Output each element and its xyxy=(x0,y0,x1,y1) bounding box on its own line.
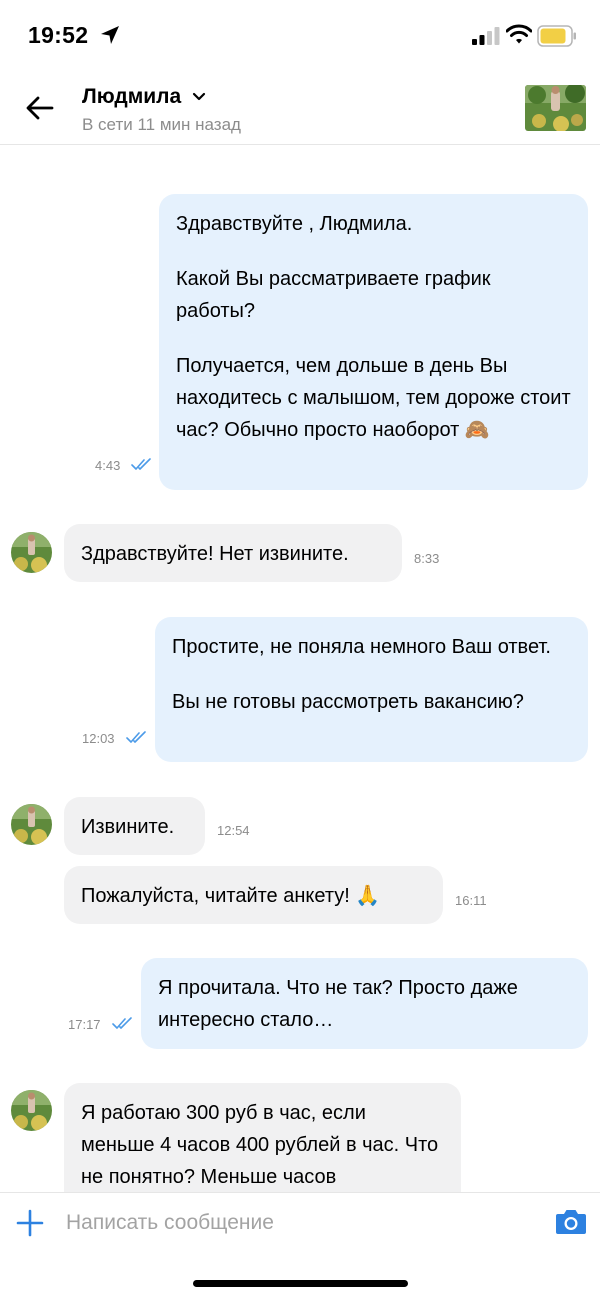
incoming-message[interactable]: Пожалуйста, читайте анкету! 🙏 xyxy=(64,866,443,924)
status-bar: 19:52 xyxy=(0,0,600,70)
message-time: 12:03 xyxy=(82,731,115,746)
wifi-icon xyxy=(506,24,532,44)
read-check-icon xyxy=(126,731,146,743)
message-time: 8:33 xyxy=(414,551,440,566)
home-indicator[interactable] xyxy=(193,1280,408,1287)
message-text: Получается, чем дольше в день Вы находит… xyxy=(176,355,571,441)
chat-header: Людмила В сети 11 мин назад xyxy=(0,70,600,145)
message-text: Какой Вы рассматриваете график работы? xyxy=(176,268,491,322)
contact-photo[interactable] xyxy=(525,85,586,131)
battery-icon xyxy=(537,25,576,47)
outgoing-message[interactable]: Я прочитала. Что не так? Просто даже инт… xyxy=(141,958,588,1049)
message-text: Я работаю 300 руб в час, если меньше 4 ч… xyxy=(81,1102,439,1188)
contact-avatar[interactable] xyxy=(11,1090,52,1131)
message-input[interactable] xyxy=(66,1207,526,1239)
contact-name[interactable]: Людмила xyxy=(82,85,181,109)
message-text: Пожалуйста, читайте анкету! 🙏 xyxy=(81,885,381,907)
contact-avatar[interactable] xyxy=(11,532,52,573)
camera-icon[interactable] xyxy=(555,1208,587,1235)
contact-avatar[interactable] xyxy=(11,804,52,845)
outgoing-message[interactable]: Простите, не поняла немного Ваш ответ. В… xyxy=(155,617,588,762)
message-text: Здравствуйте! Нет извините. xyxy=(81,543,349,565)
location-arrow-icon xyxy=(101,26,119,44)
read-check-icon xyxy=(131,458,151,470)
message-text: Здравствуйте , Людмила. xyxy=(176,213,413,235)
message-composer xyxy=(0,1192,600,1297)
signal-icon xyxy=(472,27,500,45)
incoming-message[interactable]: Извините. xyxy=(64,797,205,855)
incoming-message[interactable]: Здравствуйте! Нет извините. xyxy=(64,524,402,582)
message-list[interactable]: Здравствуйте , Людмила. Какой Вы рассмат… xyxy=(0,146,600,1192)
status-time: 19:52 xyxy=(28,22,89,48)
message-time: 17:17 xyxy=(68,1017,101,1032)
incoming-message[interactable]: Я работаю 300 руб в час, если меньше 4 ч… xyxy=(64,1083,461,1192)
back-arrow-icon[interactable] xyxy=(24,92,56,124)
message-time: 12:54 xyxy=(217,823,250,838)
message-text: Простите, не поняла немного Ваш ответ. xyxy=(172,636,551,658)
message-text: Я прочитала. Что не так? Просто даже инт… xyxy=(158,977,518,1031)
chevron-down-icon[interactable] xyxy=(192,92,206,102)
message-time: 4:43 xyxy=(95,458,121,473)
plus-icon[interactable] xyxy=(16,1209,44,1237)
contact-status: В сети 11 мин назад xyxy=(82,115,241,134)
message-time: 16:11 xyxy=(455,893,487,908)
read-check-icon xyxy=(112,1017,132,1029)
message-text: Извините. xyxy=(81,816,175,838)
message-text: Вы не готовы рассмотреть вакансию? xyxy=(172,691,524,713)
outgoing-message[interactable]: Здравствуйте , Людмила. Какой Вы рассмат… xyxy=(159,194,588,490)
